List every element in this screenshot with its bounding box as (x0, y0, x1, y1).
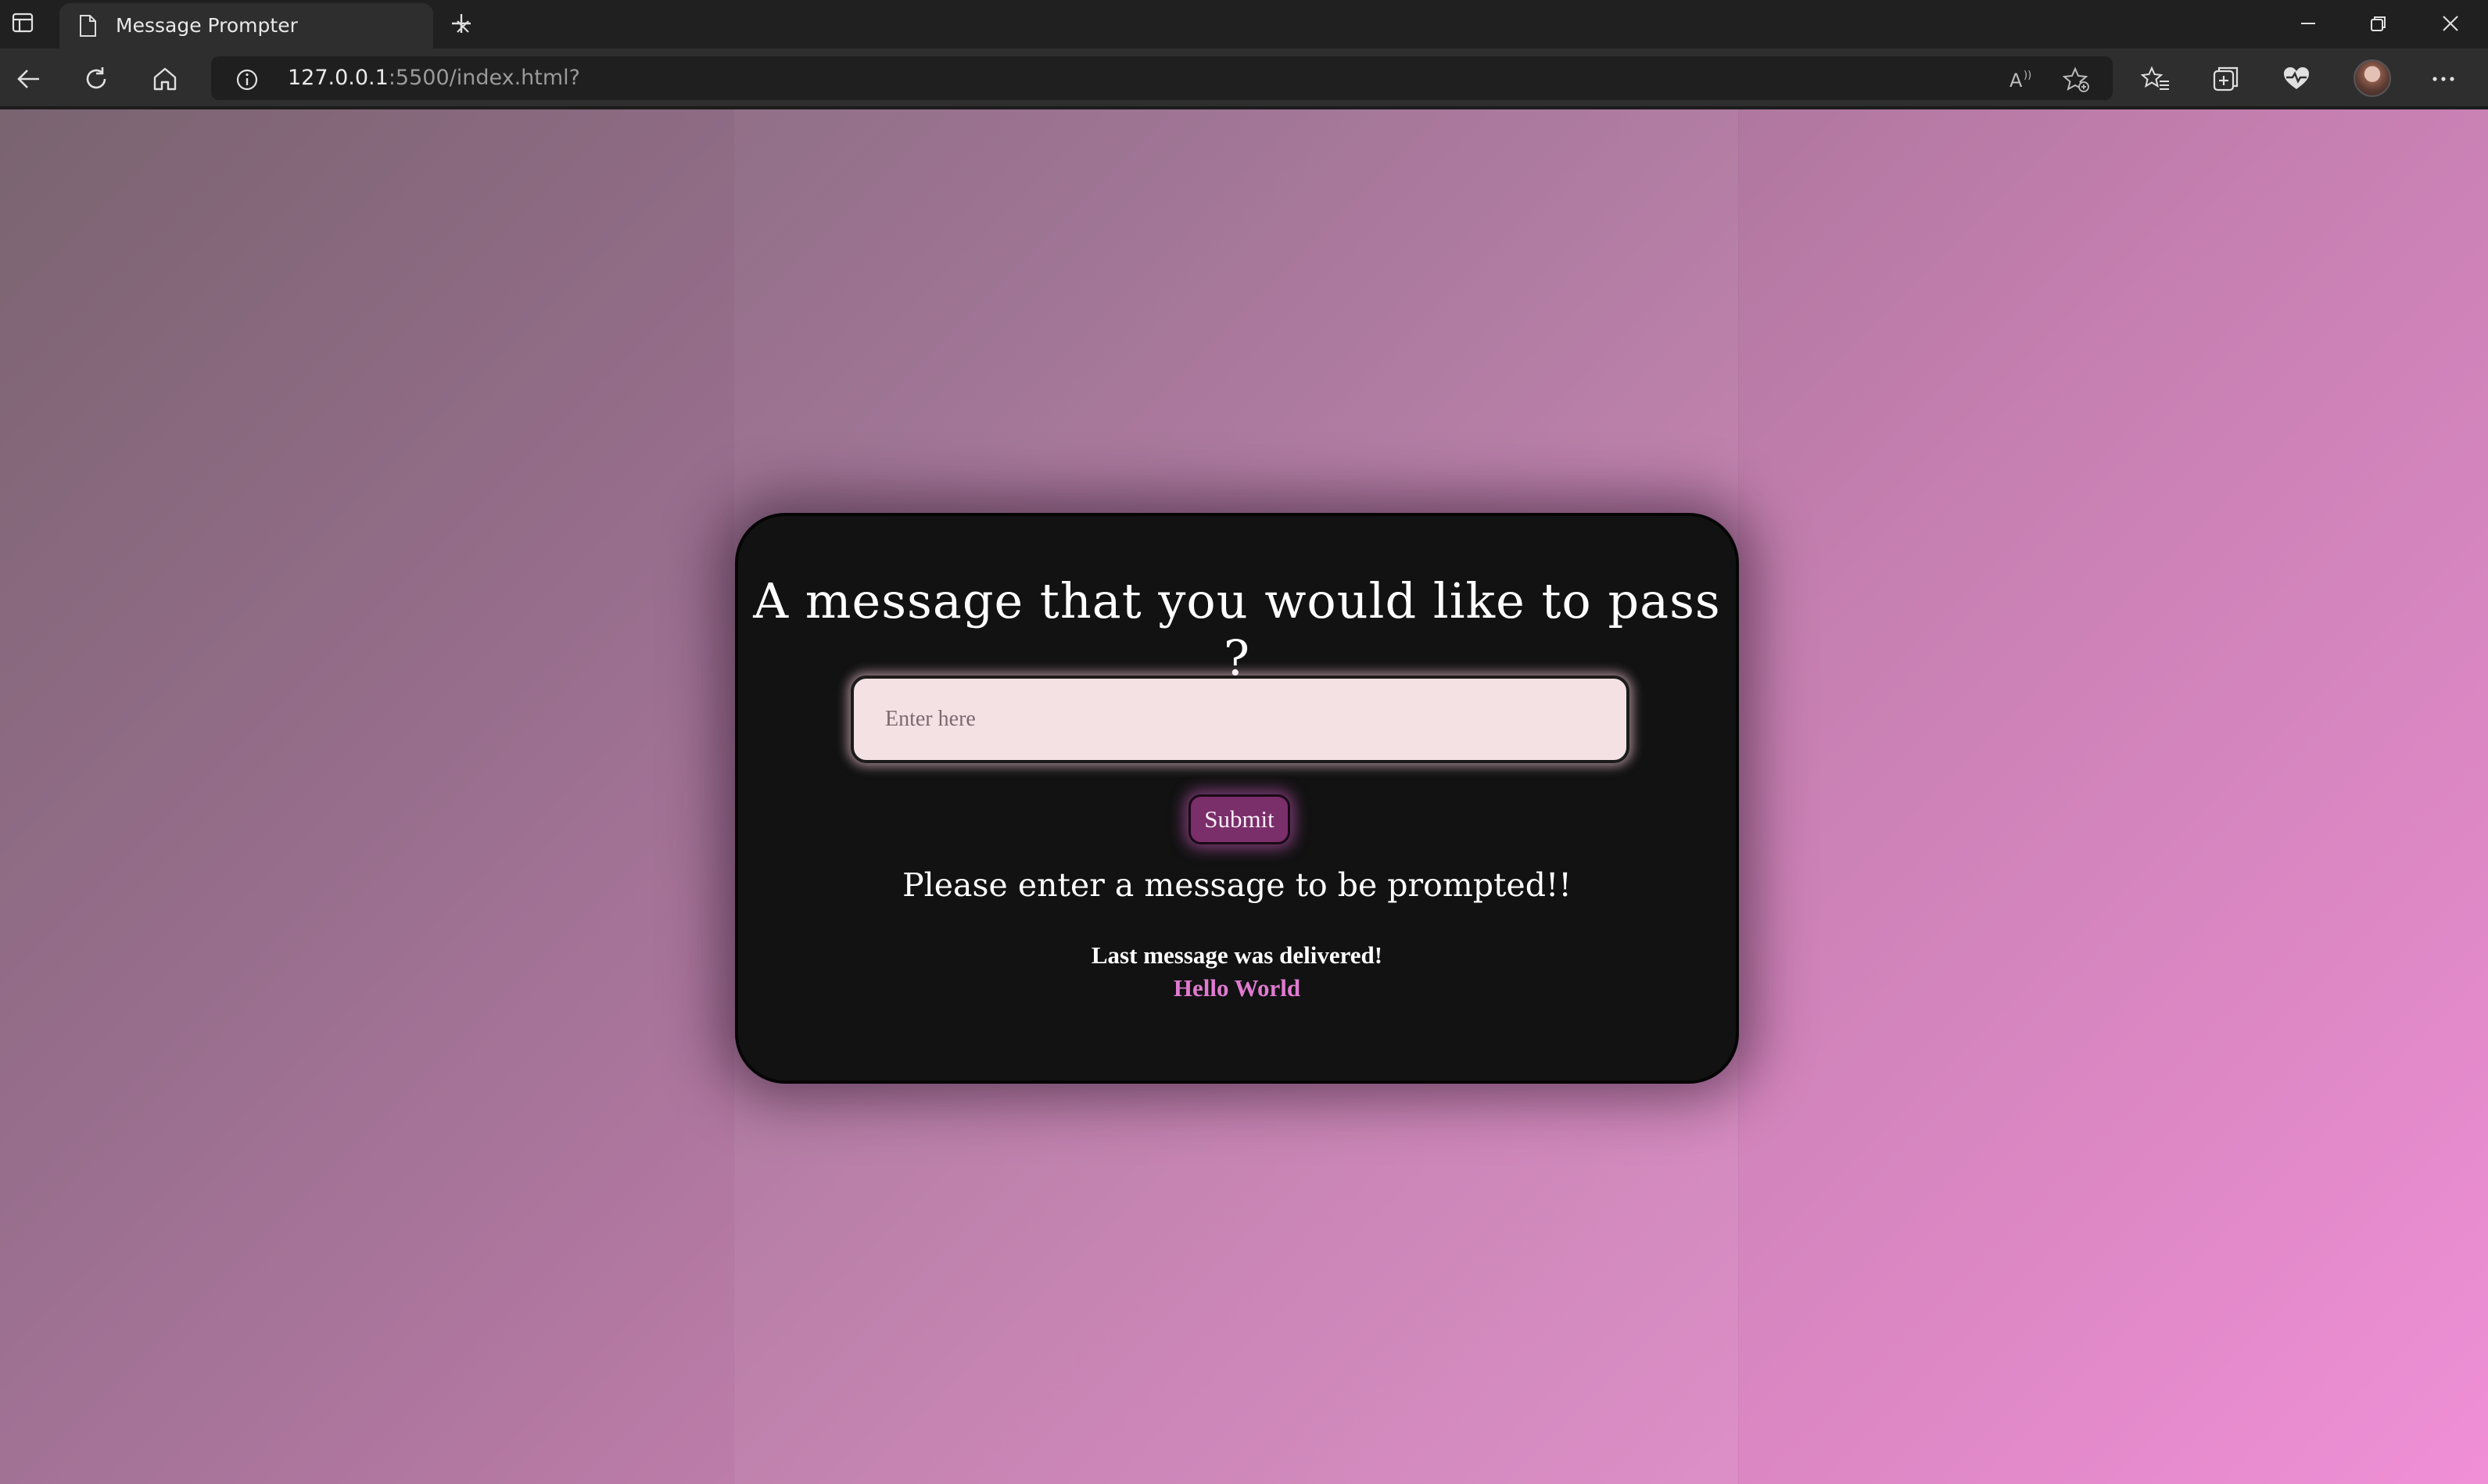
window-close-button[interactable] (2433, 8, 2468, 39)
profile-avatar[interactable] (2354, 59, 2391, 97)
collections-icon (2213, 66, 2239, 91)
restore-button[interactable] (2361, 8, 2396, 39)
tab-actions-button[interactable] (9, 8, 36, 38)
message-input[interactable] (851, 676, 1629, 763)
message-card: A message that you would like to pass ? … (735, 513, 1739, 1084)
more-icon (2432, 77, 2454, 81)
browser-tab-active[interactable]: Message Prompter (59, 3, 469, 48)
back-button[interactable] (13, 63, 45, 95)
add-favorite-icon (2063, 66, 2089, 92)
browser-toolbar: 127.0.0.1:5500/index.html? A )) (0, 48, 2488, 108)
page-icon (80, 15, 96, 37)
page-viewport: A message that you would like to pass ? … (0, 109, 2488, 1484)
add-favorite-button[interactable] (2063, 66, 2091, 94)
minimize-icon (2301, 23, 2315, 24)
browser-titlebar: Message Prompter (0, 0, 2488, 48)
address-bar[interactable]: 127.0.0.1:5500/index.html? A )) (211, 56, 2113, 100)
url-path: :5500/index.html? (388, 66, 581, 90)
tab-title: Message Prompter (116, 14, 298, 37)
window-close-icon (2443, 16, 2458, 31)
read-aloud-icon: A )) (2009, 70, 2031, 91)
browser-essentials-icon (2284, 67, 2309, 89)
last-message-value: Hello World (1173, 974, 1301, 1002)
refresh-icon (86, 67, 106, 89)
read-aloud-button[interactable]: A )) (2006, 66, 2034, 94)
page-heading: A message that you would like to pass ? (753, 572, 1721, 686)
minimize-button[interactable] (2291, 8, 2325, 39)
home-icon (153, 67, 177, 91)
last-message-label: Last message was delivered! (1091, 941, 1383, 969)
svg-text:A: A (2009, 70, 2023, 91)
url-host: 127.0.0.1 (288, 66, 389, 90)
favorites-button[interactable] (2139, 63, 2172, 95)
status-message: Please enter a message to be prompted!! (902, 866, 1572, 904)
collections-button[interactable] (2210, 63, 2242, 95)
submit-button[interactable]: Submit (1188, 794, 1290, 844)
more-button[interactable] (2427, 63, 2460, 95)
info-icon[interactable] (235, 67, 260, 92)
url-text[interactable]: 127.0.0.1:5500/index.html? (288, 66, 580, 91)
home-button[interactable] (149, 63, 181, 95)
restore-icon (2371, 16, 2386, 31)
tab-sidebar-icon (12, 13, 34, 33)
svg-text:)): )) (2024, 70, 2031, 81)
back-arrow-icon (17, 70, 39, 88)
refresh-button[interactable] (80, 63, 113, 95)
favorites-icon (2141, 66, 2169, 90)
browser-essentials-button[interactable] (2280, 63, 2313, 95)
plus-icon[interactable] (447, 9, 475, 38)
